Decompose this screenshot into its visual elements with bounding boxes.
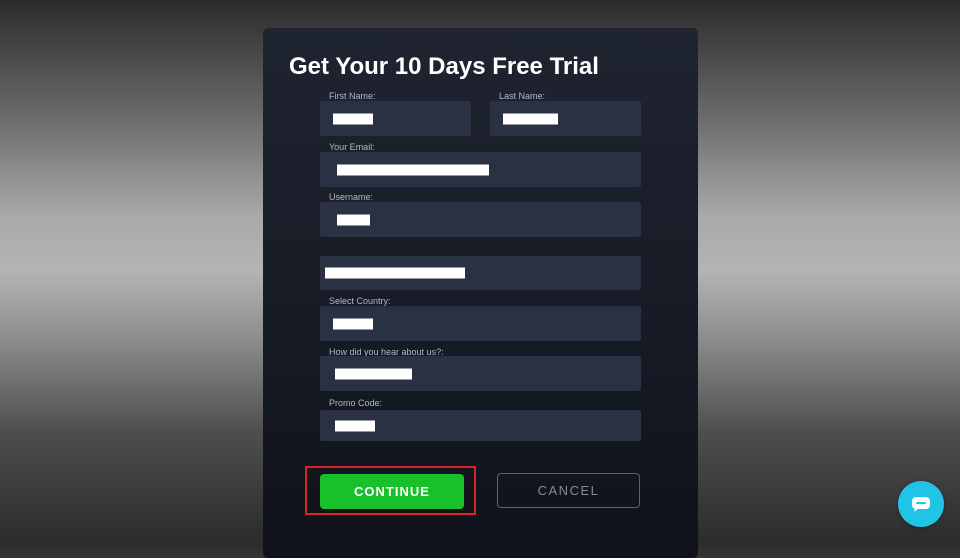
phone-field[interactable] xyxy=(320,256,641,290)
cancel-button[interactable]: CANCEL xyxy=(497,473,640,508)
redacted-value xyxy=(503,113,558,124)
redacted-value xyxy=(325,267,465,279)
redacted-value xyxy=(337,164,489,175)
last-name-label: Last Name: xyxy=(499,91,546,101)
referral-source-select[interactable] xyxy=(320,356,641,391)
username-field[interactable] xyxy=(320,202,641,237)
username-label: Username: xyxy=(329,192,374,202)
redacted-value xyxy=(335,368,412,379)
form-title: Get Your 10 Days Free Trial xyxy=(289,53,599,80)
redacted-value xyxy=(333,113,373,124)
promo-code-label: Promo Code: xyxy=(329,398,383,408)
redacted-value xyxy=(335,420,375,431)
country-label: Select Country: xyxy=(329,296,391,306)
email-label: Your Email: xyxy=(329,142,375,152)
continue-button[interactable]: CONTINUE xyxy=(320,474,464,509)
redacted-value xyxy=(337,214,370,225)
redacted-value xyxy=(333,318,373,329)
promo-code-field[interactable] xyxy=(320,410,641,441)
email-field[interactable] xyxy=(320,152,641,187)
trial-signup-modal: Get Your 10 Days Free Trial First Name: … xyxy=(263,28,698,558)
country-select[interactable] xyxy=(320,306,641,341)
last-name-field[interactable] xyxy=(490,101,641,136)
first-name-field[interactable] xyxy=(320,101,471,136)
chat-widget-button[interactable] xyxy=(898,481,944,527)
chat-bubble-icon xyxy=(912,497,930,512)
first-name-label: First Name: xyxy=(329,91,376,101)
